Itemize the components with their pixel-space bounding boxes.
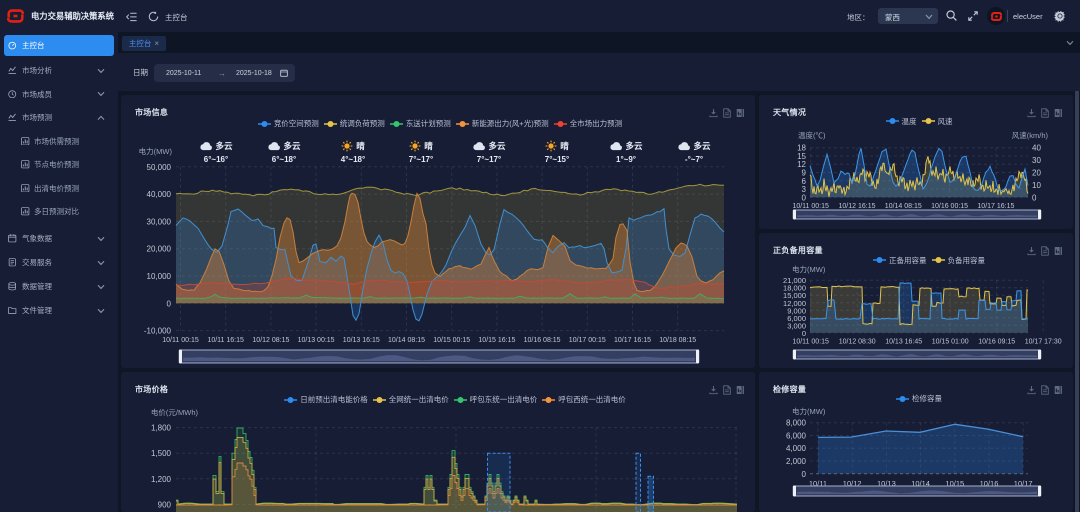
svg-text:10: 10 [1032, 181, 1041, 190]
svg-text:10,000: 10,000 [147, 272, 172, 281]
svg-text:10/11 16:15: 10/11 16:15 [207, 337, 244, 344]
svg-text:50,000: 50,000 [147, 163, 172, 172]
svg-text:4,000: 4,000 [786, 444, 807, 453]
svg-text:10/12 08:15: 10/12 08:15 [252, 337, 289, 344]
svg-text:电价(元/MWh): 电价(元/MWh) [151, 407, 199, 417]
svg-text:0: 0 [802, 470, 807, 479]
svg-text:0: 0 [1032, 193, 1037, 202]
svg-text:10/16 09:15: 10/16 09:15 [978, 338, 1015, 345]
svg-text:风速(km/h): 风速(km/h) [1012, 131, 1049, 140]
svg-text:10/18 08:15: 10/18 08:15 [659, 337, 696, 344]
svg-text:2,000: 2,000 [786, 457, 807, 466]
svg-text:0: 0 [802, 329, 806, 338]
svg-text:30: 30 [1032, 156, 1041, 165]
svg-text:10/15 01:00: 10/15 01:00 [932, 338, 969, 345]
svg-text:电力(MW): 电力(MW) [792, 264, 826, 274]
svg-text:10/11 00:15: 10/11 00:15 [792, 338, 829, 345]
svg-text:1,800: 1,800 [151, 424, 172, 433]
svg-text:10/11 00:15: 10/11 00:15 [162, 337, 199, 344]
svg-text:10/17 16:15: 10/17 16:15 [977, 203, 1014, 210]
svg-text:1,500: 1,500 [151, 449, 172, 458]
svg-text:10/16 08:15: 10/16 08:15 [524, 337, 561, 344]
svg-text:10/13 16:15: 10/13 16:15 [343, 337, 380, 344]
svg-text:8,000: 8,000 [786, 419, 807, 428]
svg-text:10/15 00:15: 10/15 00:15 [433, 337, 470, 344]
svg-text:0: 0 [802, 193, 807, 202]
svg-text:10/13 00:15: 10/13 00:15 [298, 337, 335, 344]
svg-text:10/12 16:15: 10/12 16:15 [839, 203, 876, 210]
svg-text:温度(℃): 温度(℃) [798, 130, 826, 140]
svg-text:10/12 08:30: 10/12 08:30 [839, 338, 876, 345]
svg-text:电力(MW): 电力(MW) [139, 146, 173, 156]
svg-text:1,200: 1,200 [151, 475, 172, 484]
svg-text:6,000: 6,000 [786, 432, 807, 441]
svg-text:10/13 16:45: 10/13 16:45 [885, 338, 922, 345]
svg-text:900: 900 [158, 500, 172, 509]
svg-text:10/15 16:15: 10/15 16:15 [478, 337, 515, 344]
svg-text:40: 40 [1032, 144, 1041, 153]
svg-text:10/17 17:30: 10/17 17:30 [1025, 338, 1062, 345]
svg-text:电力(MW): 电力(MW) [792, 406, 826, 416]
svg-text:40,000: 40,000 [147, 190, 172, 199]
svg-text:20: 20 [1032, 169, 1041, 178]
svg-text:10/11 00:15: 10/11 00:15 [792, 203, 829, 210]
svg-text:-10,000: -10,000 [144, 327, 172, 336]
svg-text:10/14 08:15: 10/14 08:15 [388, 337, 425, 344]
svg-text:10/17 00:15: 10/17 00:15 [569, 337, 606, 344]
svg-text:10/14 08:15: 10/14 08:15 [885, 203, 922, 210]
svg-text:30,000: 30,000 [147, 217, 172, 226]
svg-text:10/17 16:15: 10/17 16:15 [614, 337, 651, 344]
svg-text:10/16 00:15: 10/16 00:15 [931, 203, 968, 210]
svg-text:0: 0 [167, 299, 172, 308]
svg-text:20,000: 20,000 [147, 245, 172, 254]
